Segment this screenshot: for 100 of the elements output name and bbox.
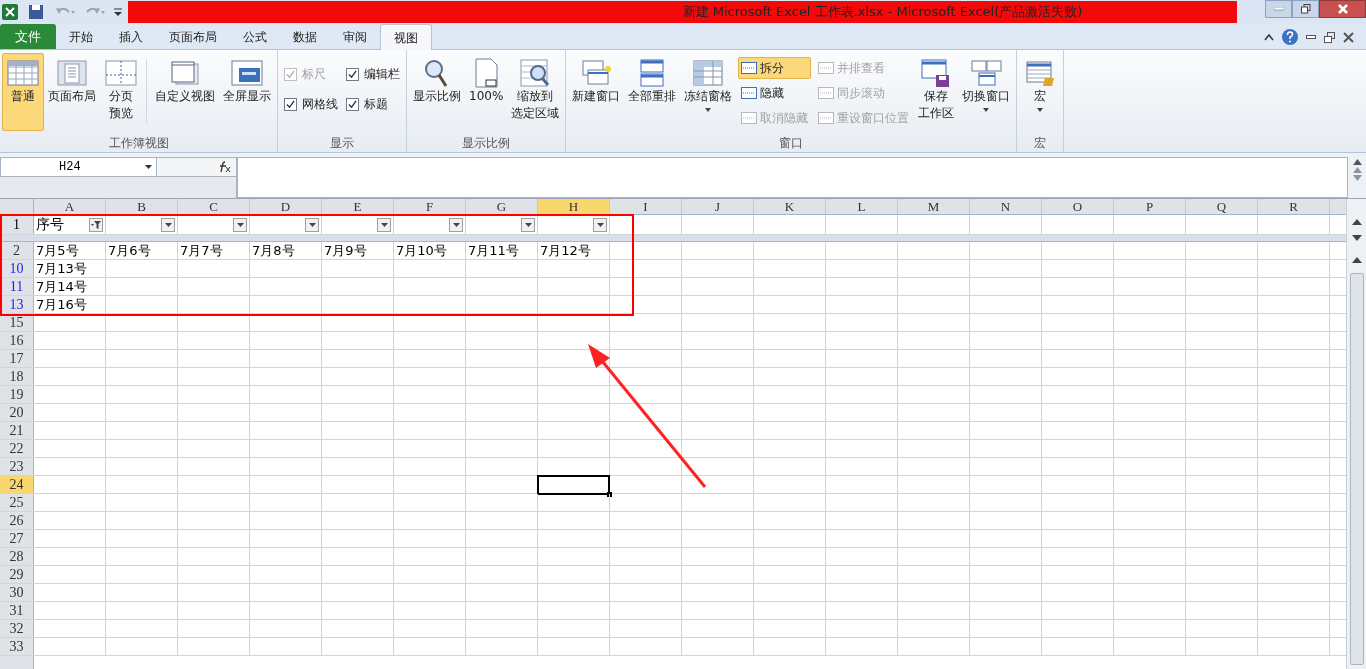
maximize-button[interactable]: [1292, 0, 1319, 18]
row-header[interactable]: 33: [0, 638, 34, 655]
close-button[interactable]: [1319, 0, 1366, 18]
ribbon-button[interactable]: 自定义视图: [151, 53, 219, 131]
row-header[interactable]: 19: [0, 386, 34, 403]
ribbon-group-label: 工作簿视图: [107, 135, 170, 152]
close-icon[interactable]: [1343, 31, 1354, 43]
vertical-scrollbar[interactable]: [1346, 199, 1366, 669]
row-header[interactable]: 25: [0, 494, 34, 511]
ribbon-button[interactable]: 分页 预览: [100, 53, 142, 131]
ribbon-button[interactable]: 保存 工作区: [914, 53, 959, 131]
window-icon: [168, 58, 202, 88]
ribbon-tab[interactable]: 插入: [106, 24, 156, 49]
checkbox-option[interactable]: 网格线: [284, 95, 338, 113]
row-header[interactable]: 24: [0, 476, 34, 493]
row-header[interactable]: 21: [0, 422, 34, 439]
customize-toolbar-icon[interactable]: [114, 6, 122, 18]
row-header[interactable]: 2: [0, 242, 34, 259]
checkbox[interactable]: [346, 97, 359, 111]
ribbon-tab[interactable]: 视图: [380, 24, 432, 50]
ribbon-button[interactable]: 冻结窗格: [680, 53, 737, 131]
ribbon-group-label: 窗口: [778, 135, 805, 152]
row-header[interactable]: 26: [0, 512, 34, 529]
filter-button[interactable]: [89, 217, 103, 232]
column-header[interactable]: R: [1258, 199, 1330, 214]
help-icon[interactable]: [1282, 29, 1298, 45]
filter-button[interactable]: [593, 217, 607, 232]
filter-button[interactable]: [449, 217, 463, 232]
ribbon-tab[interactable]: 数据: [280, 24, 330, 49]
row-header[interactable]: 27: [0, 530, 34, 547]
row-header[interactable]: 29: [0, 566, 34, 583]
ribbon-button[interactable]: 页面布局: [44, 53, 100, 131]
row-header[interactable]: 31: [0, 602, 34, 619]
ribbon-tab[interactable]: 审阅: [330, 24, 380, 49]
ribbon-tab[interactable]: 开始: [56, 24, 106, 49]
filter-button[interactable]: [377, 217, 391, 232]
scroll-thumb[interactable]: [1349, 273, 1364, 665]
row-header[interactable]: 16: [0, 332, 34, 349]
filter-button[interactable]: [521, 217, 535, 232]
file-tab[interactable]: 文件: [0, 24, 56, 49]
page-icon: [55, 58, 89, 88]
column-header[interactable]: E: [322, 199, 394, 214]
function-icon[interactable]: [218, 161, 232, 173]
save-icon[interactable]: [28, 4, 44, 20]
column-header[interactable]: Q: [1186, 199, 1258, 214]
scroll-up-icon[interactable]: [1351, 257, 1362, 263]
column-header[interactable]: C: [178, 199, 250, 214]
column-header[interactable]: F: [394, 199, 466, 214]
column-header[interactable]: J: [682, 199, 754, 214]
row-header[interactable]: 18: [0, 368, 34, 385]
ribbon-small-button[interactable]: 隐藏: [738, 82, 812, 104]
scroll-up-icon[interactable]: [1352, 159, 1362, 165]
column-header[interactable]: B: [106, 199, 178, 214]
column-header[interactable]: D: [250, 199, 322, 214]
row-header[interactable]: 17: [0, 350, 34, 367]
active-cell[interactable]: [537, 475, 610, 495]
minimize-icon[interactable]: [1306, 35, 1316, 39]
column-header[interactable]: L: [826, 199, 898, 214]
filter-button[interactable]: [305, 217, 319, 232]
column-header[interactable]: O: [1042, 199, 1114, 214]
row-header[interactable]: 32: [0, 620, 34, 637]
row-header[interactable]: 23: [0, 458, 34, 475]
column-header[interactable]: M: [898, 199, 970, 214]
ribbon-button[interactable]: 缩放到 选定区域: [507, 53, 564, 131]
restore-icon[interactable]: [1324, 31, 1335, 43]
row-header[interactable]: 28: [0, 548, 34, 565]
filter-button[interactable]: [233, 217, 247, 232]
row-header[interactable]: 22: [0, 440, 34, 457]
row-header[interactable]: 30: [0, 584, 34, 601]
ribbon-button[interactable]: 普通: [2, 53, 44, 131]
formula-input[interactable]: [237, 157, 1348, 198]
ribbon-button[interactable]: 切换窗口: [958, 53, 1015, 131]
column-header[interactable]: H: [538, 199, 610, 214]
row-header[interactable]: 13: [0, 296, 34, 313]
ribbon-button[interactable]: 全部重排: [624, 53, 681, 131]
checkbox-option[interactable]: 编辑栏: [346, 65, 400, 83]
column-header[interactable]: P: [1114, 199, 1186, 214]
column-header[interactable]: A: [34, 199, 106, 214]
collapse-ribbon-icon[interactable]: [1264, 33, 1274, 41]
ribbon-tab[interactable]: 页面布局: [156, 24, 230, 49]
ribbon-button[interactable]: 全屏显示: [219, 53, 275, 131]
ribbon-button[interactable]: 100%: [465, 53, 508, 131]
column-header[interactable]: I: [610, 199, 682, 214]
row-header[interactable]: 20: [0, 404, 34, 421]
checkbox[interactable]: [284, 97, 297, 111]
ribbon-button[interactable]: 新建窗口: [568, 53, 625, 131]
ribbon-button[interactable]: 宏: [1019, 53, 1062, 131]
scroll-down-icon[interactable]: [1351, 235, 1362, 241]
checkbox-option[interactable]: 标题: [346, 95, 400, 113]
column-header[interactable]: K: [754, 199, 826, 214]
scroll-up-icon[interactable]: [1351, 219, 1362, 225]
ribbon-button[interactable]: 显示比例: [409, 53, 465, 131]
filter-button[interactable]: [161, 217, 175, 232]
row-header[interactable]: 11: [0, 278, 34, 295]
ribbon-tab[interactable]: 公式: [230, 24, 280, 49]
column-header[interactable]: N: [970, 199, 1042, 214]
ribbon-small-button[interactable]: 拆分: [738, 57, 812, 79]
row-header[interactable]: 10: [0, 260, 34, 277]
column-header[interactable]: G: [466, 199, 538, 214]
checkbox[interactable]: [346, 67, 359, 81]
